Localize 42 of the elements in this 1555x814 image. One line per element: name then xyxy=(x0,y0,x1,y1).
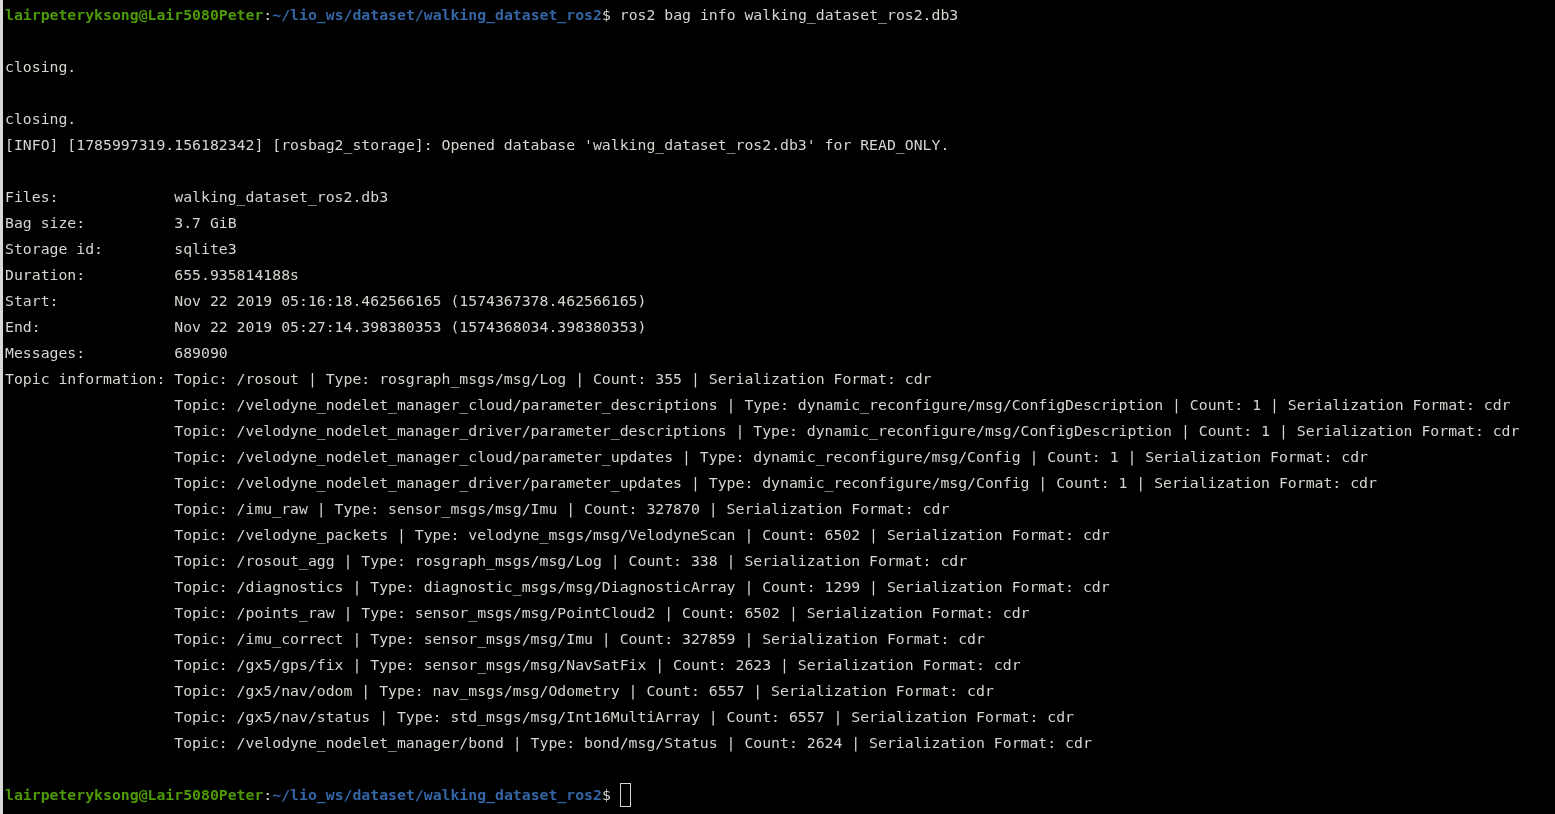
field-value: Topic: /velodyne_packets | Type: velodyne_msgs/msg/VelodyneScan | Count: 6502 | Serialization Format: cdr xyxy=(174,525,1110,546)
field-label: Start: xyxy=(5,291,60,311)
field-label: Bag size: xyxy=(5,213,87,233)
field-value: Topic: /points_raw | Type: sensor_msgs/msg/PointCloud2 | Count: 6502 | Serialization Format: cdr xyxy=(174,603,1030,624)
field-value: walking_dataset_ros2.db3 xyxy=(174,187,389,208)
field-value: Topic: /velodyne_nodelet_manager/bond | Type: bond/msg/Status | Count: 2624 | Serialization Format: cdr xyxy=(174,733,1092,754)
field-value: Topic: /velodyne_nodelet_manager_cloud/parameter_updates | Type: dynamic_reconfigure/msg/Config | Count: 1 | Serialization Format: cdr xyxy=(174,447,1368,468)
field-value: Topic: /gx5/nav/status | Type: std_msgs/msg/Int16MultiArray | Count: 6557 | Serialization Format: cdr xyxy=(174,707,1074,728)
field-value: Topic: /imu_correct | Type: sensor_msgs/msg/Imu | Count: 327859 | Serialization Format: cdr xyxy=(174,629,985,650)
field-value: Topic: /velodyne_nodelet_manager_driver/parameter_descriptions | Type: dynamic_reconfigure/msg/ConfigDescription | Count: 1 | Serialization Format: cdr xyxy=(174,421,1520,442)
output-line: closing. xyxy=(5,57,77,77)
prompt-symbol: $ xyxy=(601,785,611,805)
field-value: Topic: /velodyne_nodelet_manager_driver/parameter_updates | Type: dynamic_reconfigure/msg/Config | Count: 1 | Serialization Format: cdr xyxy=(174,473,1377,494)
prompt-symbol: $ xyxy=(601,5,611,25)
field-value: 655.935814188s xyxy=(174,265,299,285)
field-value: Topic: /gx5/gps/fix | Type: sensor_msgs/msg/NavSatFix | Count: 2623 | Serialization Format: cdr xyxy=(174,655,1021,676)
field-label: End: xyxy=(5,317,42,337)
field-value: Topic: /diagnostics | Type: diagnostic_msgs/msg/DiagnosticArray | Count: 1299 | Serialization Format: cdr xyxy=(174,577,1110,598)
field-label: Files: xyxy=(5,187,60,207)
output-line: closing. xyxy=(5,109,77,129)
field-label: Storage id: xyxy=(5,239,104,259)
field-value: Topic: /gx5/nav/odom | Type: nav_msgs/msg/Odometry | Count: 6557 | Serialization Format: cdr xyxy=(174,681,994,702)
field-value: Topic: /imu_raw | Type: sensor_msgs/msg/Imu | Count: 327870 | Serialization Format: cdr xyxy=(174,499,950,520)
field-value: 3.7 GiB xyxy=(174,213,237,233)
field-value: Topic: /velodyne_nodelet_manager_cloud/parameter_descriptions | Type: dynamic_reconfigure/msg/ConfigDescription | Count: 1 | Serialization Format: cdr xyxy=(174,395,1511,416)
field-value: Topic: /rosout_agg | Type: rosgraph_msgs/msg/Log | Count: 338 | Serialization Format: cdr xyxy=(174,551,968,572)
output-line: [INFO] [1785997319.156182342] [rosbag2_storage]: Opened database 'walking_dataset_ros2.db3' for READ_ONLY. xyxy=(5,135,950,156)
prompt-separator: : xyxy=(263,785,273,805)
prompt-path: ~/lio_ws/dataset/walking_dataset_ros2 xyxy=(272,785,602,806)
field-label: Messages: xyxy=(5,343,87,363)
field-value: Nov 22 2019 05:27:14.398380353 (1574368034.398380353) xyxy=(174,317,647,337)
command-text: ros2 bag info walking_dataset_ros2.db3 xyxy=(618,5,959,26)
field-label: Topic information: xyxy=(5,369,167,389)
field-value: 689090 xyxy=(174,343,228,363)
prompt-separator: : xyxy=(263,5,273,25)
field-value: sqlite3 xyxy=(174,239,237,259)
field-value: Topic: /rosout | Type: rosgraph_msgs/msg/Log | Count: 355 | Serialization Format: cdr xyxy=(174,369,932,390)
prompt-user: lairpeteryksong@Lair5080Peter xyxy=(5,785,264,805)
field-label: Duration: xyxy=(5,265,87,285)
prompt-path: ~/lio_ws/dataset/walking_dataset_ros2 xyxy=(272,5,602,26)
field-value: Nov 22 2019 05:16:18.462566165 (1574367378.462566165) xyxy=(174,291,647,311)
prompt-user: lairpeteryksong@Lair5080Peter xyxy=(5,5,264,25)
